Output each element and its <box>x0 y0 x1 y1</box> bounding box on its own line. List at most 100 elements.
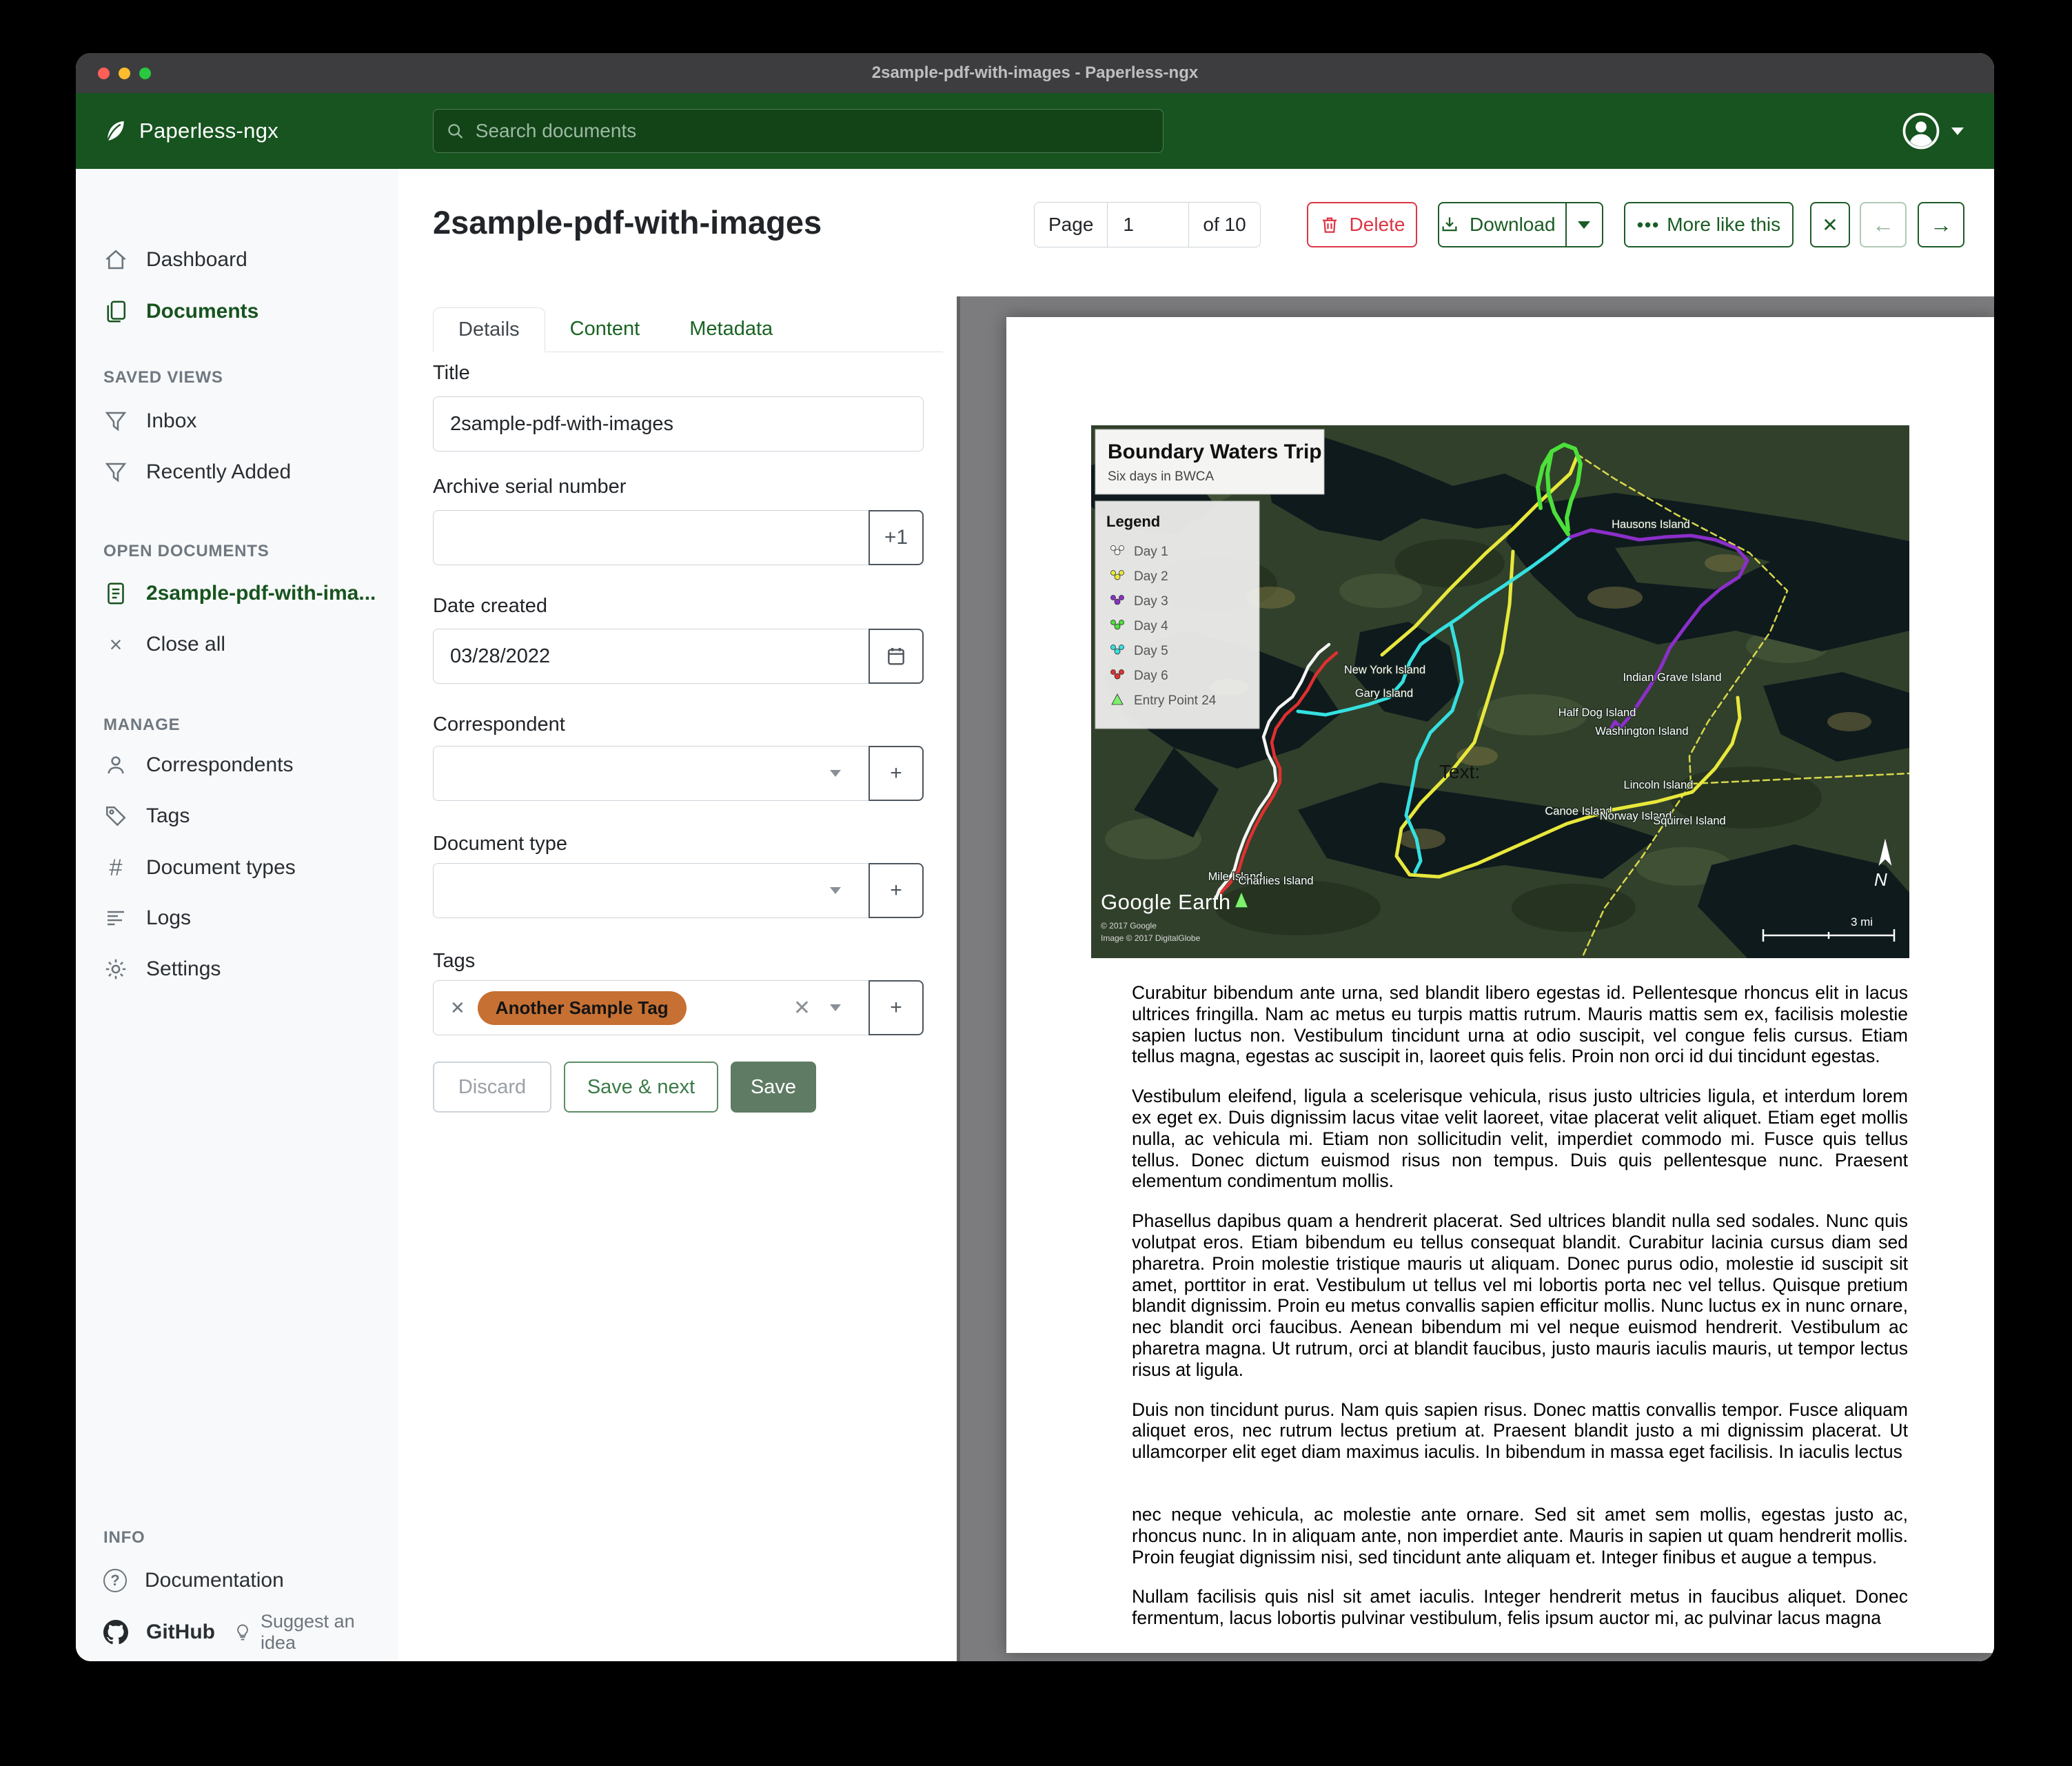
map-legend: Legend Day 1 Day 2 Day 3 Day 4 Day 5 <box>1095 501 1259 729</box>
island-label: Hausons Island <box>1612 518 1690 531</box>
pdf-page: Hausons Island New York Island Gary Isla… <box>1006 317 1994 1653</box>
calendar-button[interactable] <box>869 629 924 684</box>
more-like-this-button[interactable]: ••• More like this <box>1624 202 1794 247</box>
lightbulb-icon <box>233 1623 252 1642</box>
sidebar-item-document-types[interactable]: # Document types <box>76 842 398 894</box>
island-label: Half Dog Island <box>1558 707 1636 719</box>
person-icon <box>103 753 128 778</box>
add-correspondent-button[interactable]: + <box>869 746 924 801</box>
detail-tabs: Details Content Metadata <box>433 307 943 352</box>
sidebar-item-github[interactable]: GitHub Suggest an idea <box>76 1606 398 1658</box>
brand-label: Paperless-ngx <box>139 119 278 143</box>
sidebar-item-inbox[interactable]: Inbox <box>76 395 398 447</box>
asn-next-button[interactable]: +1 <box>869 510 924 565</box>
legend-label: Day 4 <box>1134 619 1168 633</box>
sidebar-item-label: Logs <box>146 906 191 930</box>
search-input[interactable] <box>474 119 1150 143</box>
sidebar-item-label: Correspondents <box>146 753 293 777</box>
title-field[interactable] <box>433 396 924 451</box>
sidebar-item-dashboard[interactable]: Dashboard <box>76 234 398 286</box>
tab-content[interactable]: Content <box>545 307 665 352</box>
island-label: Gary Island <box>1355 687 1413 700</box>
funnel-icon <box>103 460 128 485</box>
save-button[interactable]: Save <box>731 1062 816 1113</box>
paragraph: Nullam facilisis quis nisl sit amet iacu… <box>1132 1586 1908 1629</box>
pdf-preview-pane[interactable]: Hausons Island New York Island Gary Isla… <box>957 296 1994 1661</box>
document-text: Curabitur bibendum ante urna, sed blandi… <box>1132 982 1908 1647</box>
sidebar-item-logs[interactable]: Logs <box>76 892 398 944</box>
user-avatar-icon <box>1902 112 1940 150</box>
discard-button[interactable]: Discard <box>433 1062 551 1113</box>
tab-details[interactable]: Details <box>433 307 545 352</box>
search-bar[interactable] <box>433 109 1164 153</box>
paragraph: Phasellus dapibus quam a hendrerit place… <box>1132 1210 1908 1380</box>
close-icon: × <box>103 632 128 658</box>
sidebar-item-suggest-idea[interactable]: Suggest an idea <box>233 1611 398 1654</box>
map-figure: Hausons Island New York Island Gary Isla… <box>1091 425 1909 958</box>
title-field-label: Title <box>433 362 470 385</box>
sidebar-item-correspondents[interactable]: Correspondents <box>76 739 398 791</box>
add-document-type-button[interactable]: + <box>869 863 924 918</box>
previous-document-button[interactable]: ← <box>1860 202 1907 247</box>
minimize-window-button[interactable] <box>119 68 130 79</box>
page-total: of 10 <box>1189 202 1260 247</box>
chevron-down-icon <box>830 887 841 894</box>
user-menu[interactable] <box>1902 93 1964 169</box>
section-manage: MANAGE <box>76 715 398 736</box>
window-title: 2sample-pdf-with-images - Paperless-ngx <box>872 63 1198 83</box>
chevron-down-icon <box>1951 128 1964 135</box>
close-window-button[interactable] <box>98 68 110 79</box>
map-title: Boundary Waters Trip <box>1108 440 1322 463</box>
next-document-button[interactable]: → <box>1918 202 1964 247</box>
legend-label: Entry Point 24 <box>1134 693 1217 708</box>
island-label: Washington Island <box>1595 725 1688 738</box>
brand[interactable]: Paperless-ngx <box>102 93 278 169</box>
sidebar-item-label: Inbox <box>146 409 196 433</box>
asn-field[interactable] <box>433 510 869 565</box>
sidebar-item-close-all[interactable]: × Close all <box>76 618 398 671</box>
sidebar-item-open-document[interactable]: 2sample-pdf-with-ima... <box>76 567 398 620</box>
sidebar-item-settings[interactable]: Settings <box>76 943 398 995</box>
remove-tag-icon[interactable]: ✕ <box>450 997 465 1019</box>
zoom-window-button[interactable] <box>139 68 151 79</box>
date-created-field[interactable] <box>433 629 869 684</box>
arrow-right-icon: → <box>1930 212 1952 238</box>
island-label: New York Island <box>1344 664 1425 676</box>
chevron-down-icon <box>830 770 841 777</box>
paragraph: Duis non tincidunt purus. Nam quis sapie… <box>1132 1399 1908 1463</box>
tags-select[interactable]: ✕ Another Sample Tag ✕ <box>433 980 869 1035</box>
map-attribution-logo: Google Earth <box>1101 890 1231 914</box>
sidebar-item-recently-added[interactable]: Recently Added <box>76 446 398 498</box>
document-type-select[interactable] <box>433 863 869 918</box>
tags-label: Tags <box>433 950 475 973</box>
sidebar-item-label: Settings <box>146 957 221 981</box>
close-document-button[interactable]: ✕ <box>1810 202 1850 247</box>
leaf-icon <box>102 118 128 144</box>
map-scale-label: 3 mi <box>1851 915 1873 928</box>
download-options-button[interactable] <box>1565 203 1602 246</box>
more-like-this-label: More like this <box>1667 214 1780 236</box>
tab-metadata[interactable]: Metadata <box>664 307 798 352</box>
chevron-down-icon <box>830 1004 841 1011</box>
delete-button[interactable]: Delete <box>1307 202 1417 247</box>
download-button[interactable]: Download <box>1438 202 1603 247</box>
asn-field-label: Archive serial number <box>433 476 626 498</box>
sidebar-item-label: Document types <box>146 856 296 880</box>
sidebar-item-tags[interactable]: Tags <box>76 790 398 842</box>
logs-icon <box>103 906 128 931</box>
sidebar: Dashboard Documents SAVED VIEWS Inbox Re… <box>76 169 399 1661</box>
correspondent-select[interactable] <box>433 746 869 801</box>
sidebar-item-label: Documentation <box>145 1569 284 1592</box>
sidebar-item-documents[interactable]: Documents <box>76 285 398 338</box>
sidebar-item-documentation[interactable]: ? Documentation <box>76 1554 398 1607</box>
add-tag-button[interactable]: + <box>869 980 924 1035</box>
clear-tags-icon[interactable]: ✕ <box>793 996 811 1020</box>
tag-badge[interactable]: Another Sample Tag <box>478 991 687 1025</box>
search-icon <box>446 121 465 141</box>
save-next-button[interactable]: Save & next <box>564 1062 718 1113</box>
trash-icon <box>1319 214 1340 235</box>
home-icon <box>103 247 128 272</box>
calendar-icon <box>885 645 907 667</box>
legend-title: Legend <box>1106 513 1160 530</box>
page-number-input[interactable] <box>1121 213 1179 236</box>
